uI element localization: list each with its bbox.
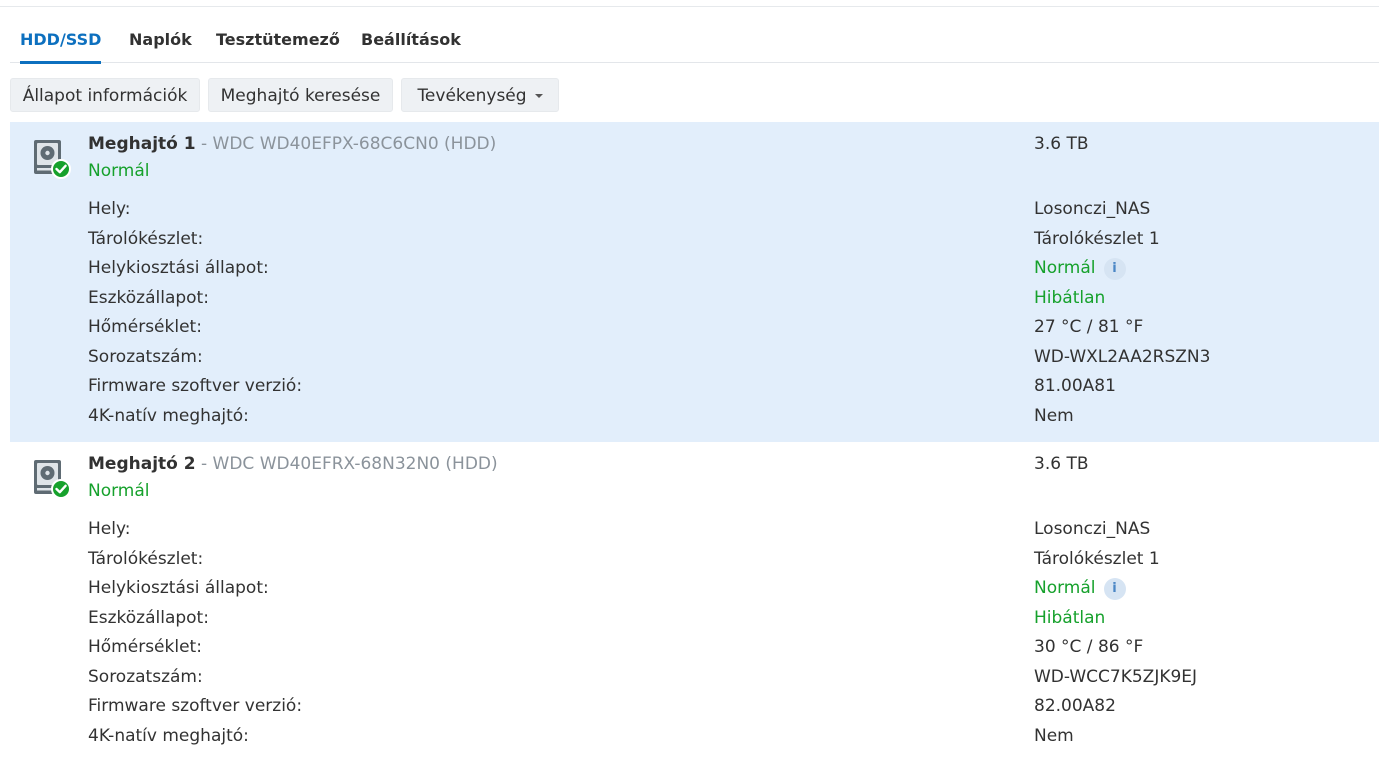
detail-row: Eszközállapot: Hibátlan [10, 608, 1379, 637]
detail-value: Tárolókészlet 1 [1034, 228, 1160, 249]
detail-value: Tárolókészlet 1 [1034, 548, 1160, 569]
hdd-ok-icon [32, 138, 72, 180]
detail-label: Tárolókészlet: [88, 228, 204, 249]
drive-status: Normál [88, 161, 150, 181]
detail-label: 4K-natív meghajtó: [88, 725, 249, 746]
activity-label: Tevékenység [417, 86, 527, 106]
info-icon[interactable]: i [1103, 578, 1126, 600]
detail-label: Eszközállapot: [88, 287, 209, 308]
detail-label: Helykiosztási állapot: [88, 258, 269, 278]
search-drive-button[interactable]: Meghajtó keresése [208, 78, 393, 112]
tab-hdd-ssd[interactable]: HDD/SSD [20, 30, 102, 64]
drive-name: Meghajtó 1 [88, 134, 196, 154]
detail-value: 82.00A82 [1034, 696, 1116, 716]
detail-label: 4K-natív meghajtó: [88, 405, 249, 426]
detail-label: Helykiosztási állapot: [88, 578, 269, 598]
detail-value: Normál i [1034, 258, 1126, 280]
detail-row: Eszközállapot: Hibátlan [10, 288, 1379, 317]
detail-label: Hőmérséklet: [88, 317, 202, 337]
tab-settings[interactable]: Beállítások [361, 30, 461, 49]
drive-model: - WDC WD40EFPX-68C6CN0 (HDD) [195, 134, 497, 154]
detail-row: Tárolókészlet: Tárolókészlet 1 [10, 549, 1379, 578]
activity-dropdown-button[interactable]: Tevékenység [401, 78, 559, 112]
detail-label: Tárolókészlet: [88, 548, 204, 569]
detail-label: Sorozatszám: [88, 666, 203, 687]
detail-row: Hőmérséklet: 30 °C / 86 °F [10, 637, 1379, 666]
detail-value: Losonczi_NAS [1034, 519, 1151, 539]
drive-size: 3.6 TB [1034, 134, 1089, 154]
drive-size: 3.6 TB [1034, 454, 1089, 474]
detail-row: Helykiosztási állapot: Normál i [10, 258, 1379, 287]
detail-value: WD-WXL2AA2RSZN3 [1034, 346, 1211, 367]
drive-item[interactable]: Meghajtó 1 - WDC WD40EFPX-68C6CN0 (HDD) … [10, 122, 1379, 442]
drive-status: Normál [88, 481, 150, 501]
drive-item[interactable]: Meghajtó 2 - WDC WD40EFRX-68N32N0 (HDD) … [10, 442, 1379, 762]
caret-down-icon [534, 94, 543, 98]
detail-label: Firmware szoftver verzió: [88, 376, 303, 396]
detail-row: Firmware szoftver verzió: 82.00A82 [10, 696, 1379, 725]
detail-row: Hely: Losonczi_NAS [10, 519, 1379, 548]
detail-value: Nem [1034, 405, 1074, 426]
drive-title: Meghajtó 2 - WDC WD40EFRX-68N32N0 (HDD) [88, 454, 498, 474]
tab-logs[interactable]: Naplók [129, 30, 192, 49]
drive-name: Meghajtó 2 [88, 454, 196, 474]
detail-label: Firmware szoftver verzió: [88, 696, 303, 716]
detail-row: Helykiosztási állapot: Normál i [10, 578, 1379, 607]
detail-row: 4K-natív meghajtó: Nem [10, 406, 1379, 435]
detail-value: 81.00A81 [1034, 376, 1116, 396]
detail-row: Firmware szoftver verzió: 81.00A81 [10, 376, 1379, 405]
detail-value: Hibátlan [1034, 287, 1106, 308]
detail-value: 30 °C / 86 °F [1034, 637, 1144, 657]
tab-test-scheduler[interactable]: Tesztütemező [216, 30, 340, 49]
detail-row: Hely: Losonczi_NAS [10, 199, 1379, 228]
detail-label: Hely: [88, 199, 131, 219]
detail-label: Hőmérséklet: [88, 637, 202, 657]
drive-title: Meghajtó 1 - WDC WD40EFPX-68C6CN0 (HDD) [88, 134, 496, 154]
status-info-button[interactable]: Állapot információk [10, 78, 200, 112]
info-icon[interactable]: i [1103, 258, 1126, 280]
detail-value: Nem [1034, 725, 1074, 746]
detail-row: Hőmérséklet: 27 °C / 81 °F [10, 317, 1379, 346]
detail-row: Tárolókészlet: Tárolókészlet 1 [10, 229, 1379, 258]
hdd-ok-icon [32, 458, 72, 500]
detail-row: Sorozatszám: WD-WCC7K5ZJK9EJ [10, 667, 1379, 696]
detail-label: Hely: [88, 519, 131, 539]
detail-value: Normál i [1034, 578, 1126, 600]
detail-value: WD-WCC7K5ZJK9EJ [1034, 666, 1198, 687]
detail-value: 27 °C / 81 °F [1034, 317, 1144, 337]
detail-value: Losonczi_NAS [1034, 199, 1151, 219]
detail-label: Eszközállapot: [88, 607, 209, 628]
drive-model: - WDC WD40EFRX-68N32N0 (HDD) [195, 454, 498, 474]
tab-bar: HDD/SSD Naplók Tesztütemező Beállítások [10, 7, 1379, 64]
detail-row: Sorozatszám: WD-WXL2AA2RSZN3 [10, 347, 1379, 376]
detail-value: Hibátlan [1034, 607, 1106, 628]
detail-label: Sorozatszám: [88, 346, 203, 367]
detail-row: 4K-natív meghajtó: Nem [10, 726, 1379, 755]
